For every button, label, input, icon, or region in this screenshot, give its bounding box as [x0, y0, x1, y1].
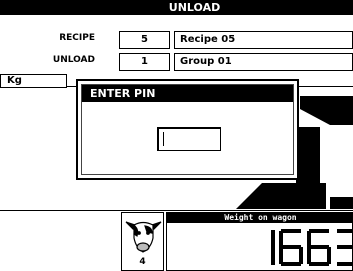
pin-input[interactable] [157, 127, 221, 151]
unload-number-field[interactable]: 1 [119, 53, 170, 71]
dialog-title: ENTER PIN [82, 85, 293, 102]
cow-head-icon [125, 221, 162, 253]
text-cursor [163, 132, 164, 146]
weight-panel-title: Weight on wagon [167, 213, 353, 223]
enter-pin-dialog: ENTER PIN [76, 79, 299, 180]
cow-count-panel: 4 [121, 212, 164, 271]
weight-seven-segment-display [271, 229, 353, 266]
recipe-label: RECIPE [59, 33, 95, 43]
screen-title: UNLOAD [168, 1, 221, 14]
unload-group-field[interactable]: Group 01 [174, 53, 353, 71]
recipe-number-field[interactable]: 5 [119, 31, 170, 49]
weight-on-wagon-panel: Weight on wagon 1663 [166, 212, 353, 271]
recipe-name-field[interactable]: Recipe 05 [174, 31, 353, 49]
unit-label: Kg [0, 74, 67, 88]
cow-count: 4 [139, 257, 146, 267]
header-bar: UNLOAD [0, 0, 353, 15]
unload-label: UNLOAD [52, 55, 95, 65]
